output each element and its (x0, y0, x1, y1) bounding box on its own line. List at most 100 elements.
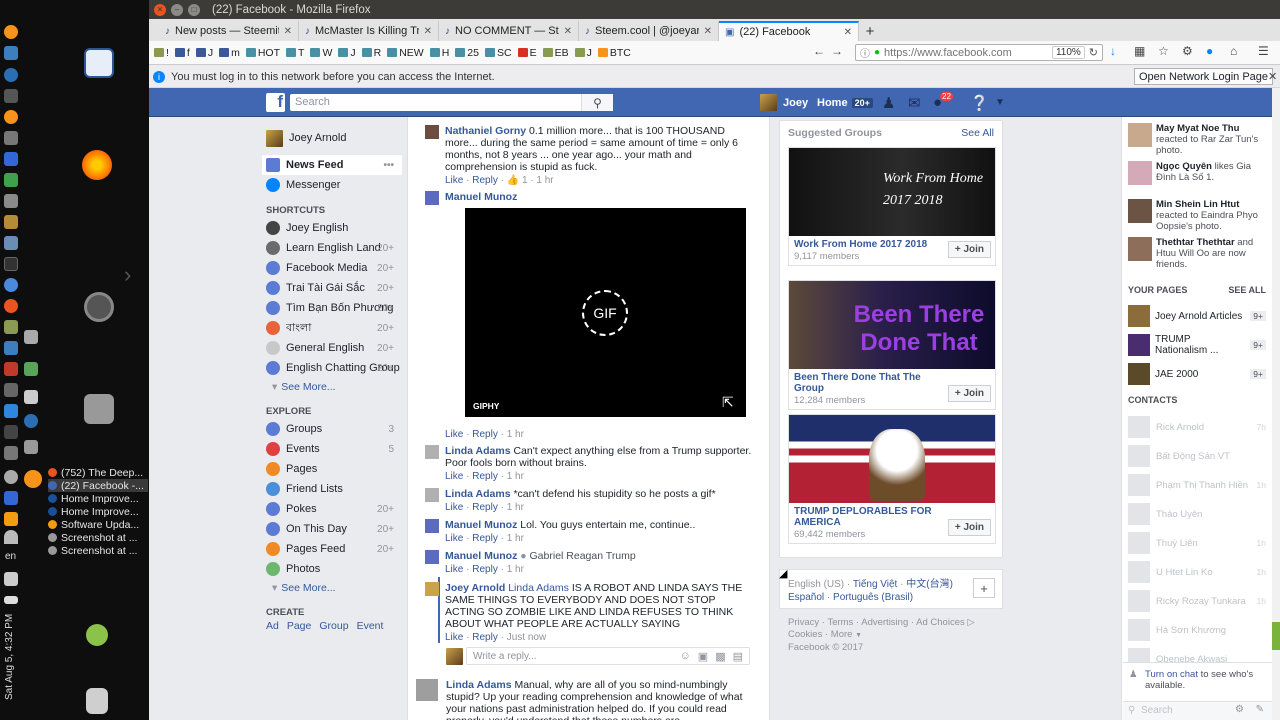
atom-icon[interactable] (24, 414, 38, 428)
like-button[interactable]: Like (445, 175, 463, 186)
trash-icon[interactable] (86, 688, 108, 714)
app-icon[interactable] (4, 491, 18, 505)
avatar[interactable] (425, 488, 439, 502)
clock[interactable]: Sat Aug 5, 4:32 PM (4, 614, 15, 700)
expand-icon[interactable]: ⇱ (722, 394, 734, 411)
app-icon[interactable] (4, 446, 18, 460)
bookmark-item[interactable]: J (335, 47, 358, 59)
bookmark-item[interactable]: m (216, 47, 243, 59)
app-icon[interactable] (4, 404, 18, 418)
contact-item[interactable]: Thảo Uyên (1128, 502, 1266, 526)
nav-item[interactable]: Tìm Bạn Bốn Phương 20+ (262, 298, 402, 318)
app-icon[interactable] (4, 425, 18, 439)
app-icon[interactable] (4, 341, 18, 355)
zoom-level[interactable]: 110% (1051, 46, 1085, 59)
page-item[interactable]: JAE 2000 9+ (1128, 362, 1266, 386)
contact-item[interactable]: Hà Sơn Khương (1128, 618, 1266, 642)
keyboard-layout[interactable]: en (5, 551, 16, 562)
hanger-icon[interactable] (24, 362, 38, 376)
menu-icon[interactable]: ☰ (1258, 44, 1269, 58)
avatar[interactable] (425, 125, 439, 139)
wifi-icon[interactable] (4, 530, 18, 544)
back-icon[interactable]: ← (813, 44, 825, 58)
avatar[interactable] (425, 445, 439, 459)
gear-icon[interactable]: ⚙ (1235, 704, 1244, 715)
comment-author[interactable]: Linda Adams (446, 679, 512, 691)
group-cover-image[interactable] (789, 415, 995, 503)
language-option[interactable]: Tiếng Việt (853, 579, 897, 590)
taskbar-item[interactable]: (22) Facebook -... (48, 479, 148, 492)
gif-badge[interactable]: GIF (582, 290, 628, 336)
close-tab-icon[interactable]: ✕ (564, 26, 572, 37)
chevron-down-icon[interactable]: ▼ (855, 632, 862, 639)
avatar[interactable] (425, 191, 439, 205)
reply-button[interactable]: Reply (472, 564, 498, 575)
like-button[interactable]: Like (445, 533, 463, 544)
document-icon[interactable] (84, 48, 114, 78)
bookmark-item[interactable]: E (515, 47, 540, 59)
app-icon[interactable] (24, 440, 38, 454)
spreadsheet-icon[interactable] (4, 173, 18, 187)
join-group-button[interactable]: + Join (947, 519, 991, 536)
taskbar-item[interactable]: (752) The Deep... (48, 466, 148, 479)
group-card[interactable]: TRUMP DEPLORABLES FOR AMERICA 69,442 mem… (788, 414, 996, 544)
group-cover-image[interactable]: Work From Home 2017 2018 (789, 148, 995, 236)
info-icon[interactable]: ⓘ (860, 45, 870, 60)
bookmark-item[interactable]: f (172, 47, 193, 59)
nav-item[interactable]: Pages (262, 459, 402, 479)
messenger-icon[interactable]: ✉ (908, 94, 921, 112)
group-cover-image[interactable]: Been There Done That (789, 281, 995, 369)
sticker-icon[interactable]: ▤ (733, 650, 743, 663)
comment-time[interactable]: Just now (507, 632, 546, 643)
group-card[interactable]: Work From Home 2017 2018 Work From Home … (788, 147, 996, 266)
join-group-button[interactable]: + Join (947, 385, 991, 402)
compose-icon[interactable]: ✎ (1256, 704, 1264, 715)
comment-author[interactable]: Linda Adams (445, 445, 511, 457)
comment-author[interactable]: Manuel Munoz (445, 550, 517, 562)
ticker-item[interactable]: Thethtar Thethtar and Htuu Will Oo are n… (1128, 237, 1268, 270)
extension-icon[interactable]: ⚙ (1182, 44, 1193, 58)
ticker-item[interactable]: May Myat Noe Thu reacted to Rar Zar Tun'… (1128, 123, 1268, 156)
ticker-item[interactable]: Ngọc Quyên likes Gia Đình Là Số 1. (1128, 161, 1268, 185)
scrollbar-thumb[interactable] (1272, 622, 1280, 650)
comment-author[interactable]: Linda Adams (445, 488, 511, 500)
close-tab-icon[interactable]: ✕ (704, 26, 712, 37)
create-link[interactable]: Page (287, 620, 312, 632)
footer-link[interactable]: Privacy (788, 617, 819, 628)
search-icon[interactable]: ⚲ (581, 94, 613, 111)
app-icon[interactable] (24, 330, 38, 344)
app-icon[interactable] (4, 320, 18, 334)
more-options-icon[interactable]: ••• (383, 160, 394, 171)
app-icon[interactable] (4, 236, 18, 250)
footer-link[interactable]: Cookies (788, 629, 822, 640)
reply-input[interactable]: Write a reply... ☺ ▣ ▩ ▤ (466, 647, 750, 665)
see-more-link[interactable]: ▾ See More... (262, 378, 402, 396)
url-bar[interactable]: ⓘ ● https://www.facebook.com 110% ↻ (855, 44, 1103, 61)
bookmark-item[interactable]: 25 (452, 47, 482, 59)
footer-link[interactable]: Ad Choices (916, 617, 965, 628)
bookmark-item[interactable]: EB (540, 47, 572, 59)
avatar[interactable] (425, 519, 439, 533)
chat-search-input[interactable]: ⚲ Search ⚙ ✎ (1123, 701, 1272, 720)
avatar[interactable] (425, 550, 439, 564)
url-text[interactable]: https://www.facebook.com (884, 47, 1048, 59)
firefox-icon[interactable] (82, 150, 112, 180)
reply-button[interactable]: Reply (472, 502, 498, 513)
bitcoin-icon[interactable] (24, 470, 42, 488)
bookmark-item[interactable]: HOT (243, 47, 283, 59)
bookmark-item[interactable]: NEW (384, 47, 427, 59)
nav-item[interactable]: English Chatting Group 20+ (262, 358, 402, 378)
app-icon[interactable] (4, 362, 18, 376)
reply-button[interactable]: Reply (472, 632, 498, 643)
comment-author[interactable]: Joey Arnold (445, 582, 505, 594)
see-all-link[interactable]: See All (961, 127, 994, 139)
facebook-logo[interactable]: f (266, 92, 285, 112)
app-icon[interactable] (4, 299, 18, 313)
nav-item[interactable]: Pages Feed 20+ (262, 539, 402, 559)
contact-item[interactable]: Bất Động Sản VT (1128, 444, 1266, 468)
minimize-window-button[interactable]: – (171, 3, 183, 16)
bookmark-star-icon[interactable]: ☆ (1158, 44, 1169, 58)
terminal-icon[interactable] (4, 257, 18, 271)
nav-item[interactable]: Trai Tài Gái Sắc 20+ (262, 278, 402, 298)
user-arrow-icon[interactable] (86, 624, 108, 646)
